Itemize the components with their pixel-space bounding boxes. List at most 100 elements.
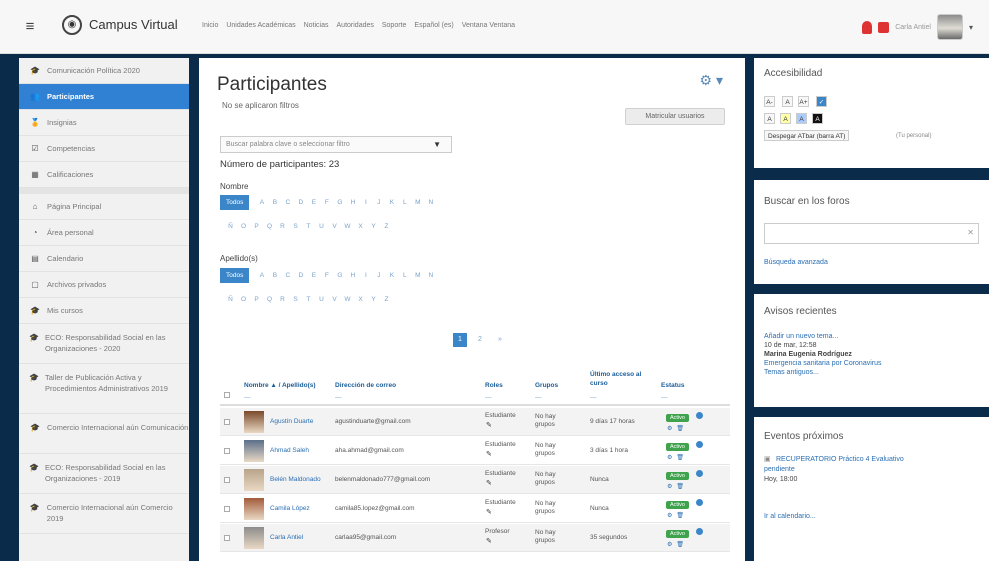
first-name-initial[interactable]: M — [411, 199, 424, 206]
first-name-initial[interactable]: E — [307, 199, 320, 206]
older-topics-link[interactable]: Temas antiguos... — [764, 368, 819, 377]
first-name-initial[interactable]: N — [424, 199, 437, 206]
contrast-default-button[interactable]: A — [764, 113, 775, 124]
status-actions[interactable]: ⚙🗑 — [667, 454, 688, 461]
last-name-initial[interactable]: T — [302, 296, 315, 303]
drawer-item-home[interactable]: ⌂ Página Principal — [19, 194, 189, 220]
edit-pencil-icon[interactable]: ✎ — [486, 538, 492, 546]
user-name-link[interactable]: Carla Antiel — [270, 534, 303, 542]
font-smaller-button[interactable]: A- — [764, 96, 775, 107]
first-name-initial[interactable]: C — [281, 199, 294, 206]
page-next[interactable]: » — [493, 333, 507, 347]
last-name-initial[interactable]: D — [294, 272, 307, 279]
row-checkbox[interactable] — [224, 419, 230, 425]
user-avatar[interactable] — [244, 411, 264, 433]
edit-pencil-icon[interactable]: ✎ — [486, 422, 492, 430]
drawer-course-3[interactable]: 🎓 Comercio Internacional aún Comunicació… — [19, 414, 189, 454]
gear-icon[interactable]: ⚙ ▾ — [700, 72, 723, 89]
last-name-initial[interactable]: V — [328, 296, 341, 303]
user-name-link[interactable]: Agustín Duarte — [270, 418, 313, 426]
first-name-initial[interactable]: L — [398, 199, 411, 206]
nav-link-support[interactable]: Soporte — [382, 22, 407, 29]
drawer-item-calendar[interactable]: ▤ Calendario — [19, 246, 189, 272]
last-name-initial[interactable]: K — [385, 272, 398, 279]
news-topic-link[interactable]: Emergencia sanitaria por Coronavirus — [764, 359, 882, 368]
first-name-initial[interactable]: H — [346, 199, 359, 206]
first-name-initial[interactable]: U — [315, 223, 328, 230]
first-name-initial[interactable]: B — [268, 199, 281, 206]
page-1[interactable]: 1 — [453, 333, 467, 347]
add-topic-link[interactable]: Añadir un nuevo tema... — [764, 332, 838, 341]
edit-pencil-icon[interactable]: ✎ — [486, 509, 492, 517]
nav-link-home[interactable]: Inicio — [202, 22, 218, 29]
first-name-initial[interactable]: S — [289, 223, 302, 230]
first-name-initial[interactable]: Ñ — [224, 223, 237, 230]
first-name-initial[interactable]: V — [328, 223, 341, 230]
header-name[interactable]: Nombre ▲ / Apellido(s) — [244, 382, 316, 389]
drawer-item-participants[interactable]: 👥 Participantes — [19, 84, 189, 110]
last-name-initial[interactable]: E — [307, 272, 320, 279]
save-settings-icon[interactable]: ✓ — [816, 96, 827, 107]
nav-link-authorities[interactable]: Autoridades — [337, 22, 374, 29]
drawer-item-private-files[interactable]: ▢ Archivos privados — [19, 272, 189, 298]
last-name-initial[interactable]: Z — [380, 296, 393, 303]
last-name-initial[interactable]: R — [276, 296, 289, 303]
nav-link-window[interactable]: Ventana Ventana — [462, 22, 515, 29]
chevron-down-icon[interactable]: ▾ — [969, 23, 973, 32]
last-name-initial[interactable]: L — [398, 272, 411, 279]
first-name-initial[interactable]: Z — [380, 223, 393, 230]
font-larger-button[interactable]: A+ — [798, 96, 809, 107]
last-name-initial[interactable]: J — [372, 272, 385, 279]
avatar[interactable] — [936, 14, 963, 40]
drawer-item-grades[interactable]: ▦ Calificaciones — [19, 162, 189, 188]
go-to-calendar-link[interactable]: Ir al calendario... — [764, 512, 816, 521]
info-icon[interactable] — [696, 528, 703, 535]
font-reset-button[interactable]: A — [782, 96, 793, 107]
campus-logo[interactable]: ◉ — [62, 15, 82, 35]
user-avatar[interactable] — [244, 469, 264, 491]
first-name-initial[interactable]: G — [333, 199, 346, 206]
sort-icon[interactable]: — — [244, 394, 251, 401]
drawer-item-badges[interactable]: 🏅 Insignias — [19, 110, 189, 136]
first-name-initial[interactable]: D — [294, 199, 307, 206]
last-name-initial[interactable]: H — [346, 272, 359, 279]
first-name-initial[interactable]: I — [359, 199, 372, 206]
bell-icon[interactable] — [862, 20, 873, 34]
sort-icon[interactable]: — — [535, 394, 542, 401]
first-name-initial[interactable]: O — [237, 223, 250, 230]
last-name-initial[interactable]: Ñ — [224, 296, 237, 303]
drawer-course-5[interactable]: 🎓 Comercio Internacional aún Comercio 20… — [19, 494, 189, 534]
first-name-initial[interactable]: Y — [367, 223, 380, 230]
user-name-link[interactable]: Belén Maldonado — [270, 476, 321, 484]
user-avatar[interactable] — [244, 440, 264, 462]
sort-icon[interactable]: — — [335, 394, 342, 401]
last-name-initial[interactable]: X — [354, 296, 367, 303]
first-name-initial[interactable]: T — [302, 223, 315, 230]
header-last-access[interactable]: Último acceso al curso — [590, 370, 645, 388]
brand-name[interactable]: Campus Virtual — [89, 17, 178, 32]
first-name-initial[interactable]: F — [320, 199, 333, 206]
edit-pencil-icon[interactable]: ✎ — [486, 480, 492, 488]
drawer-item-my-courses[interactable]: 🎓 Mis cursos — [19, 298, 189, 324]
last-name-initial[interactable]: B — [268, 272, 281, 279]
forum-search-input[interactable]: ✕ — [764, 223, 979, 244]
drawer-item-course[interactable]: 🎓 Comunicación Política 2020 — [19, 58, 189, 84]
edit-pencil-icon[interactable]: ✎ — [486, 451, 492, 459]
info-icon[interactable] — [696, 441, 703, 448]
event-link[interactable]: RECUPERATORIO Práctico 4 Evaluativo — [776, 455, 904, 464]
first-name-initial[interactable]: J — [372, 199, 385, 206]
last-name-initial[interactable]: G — [333, 272, 346, 279]
nav-link-news[interactable]: Noticias — [304, 22, 329, 29]
contrast-black-button[interactable]: A — [812, 113, 823, 124]
last-name-initial[interactable]: C — [281, 272, 294, 279]
status-actions[interactable]: ⚙🗑 — [667, 483, 688, 490]
row-checkbox[interactable] — [224, 535, 230, 541]
row-checkbox[interactable] — [224, 477, 230, 483]
contrast-blue-button[interactable]: A — [796, 113, 807, 124]
drawer-item-competencies[interactable]: ☑ Competencias — [19, 136, 189, 162]
user-avatar[interactable] — [244, 498, 264, 520]
first-name-initial[interactable]: R — [276, 223, 289, 230]
keyword-filter-select[interactable]: Buscar palabra clave o seleccionar filtr… — [220, 136, 452, 153]
user-avatar[interactable] — [244, 527, 264, 549]
clear-icon[interactable]: ✕ — [967, 228, 974, 237]
